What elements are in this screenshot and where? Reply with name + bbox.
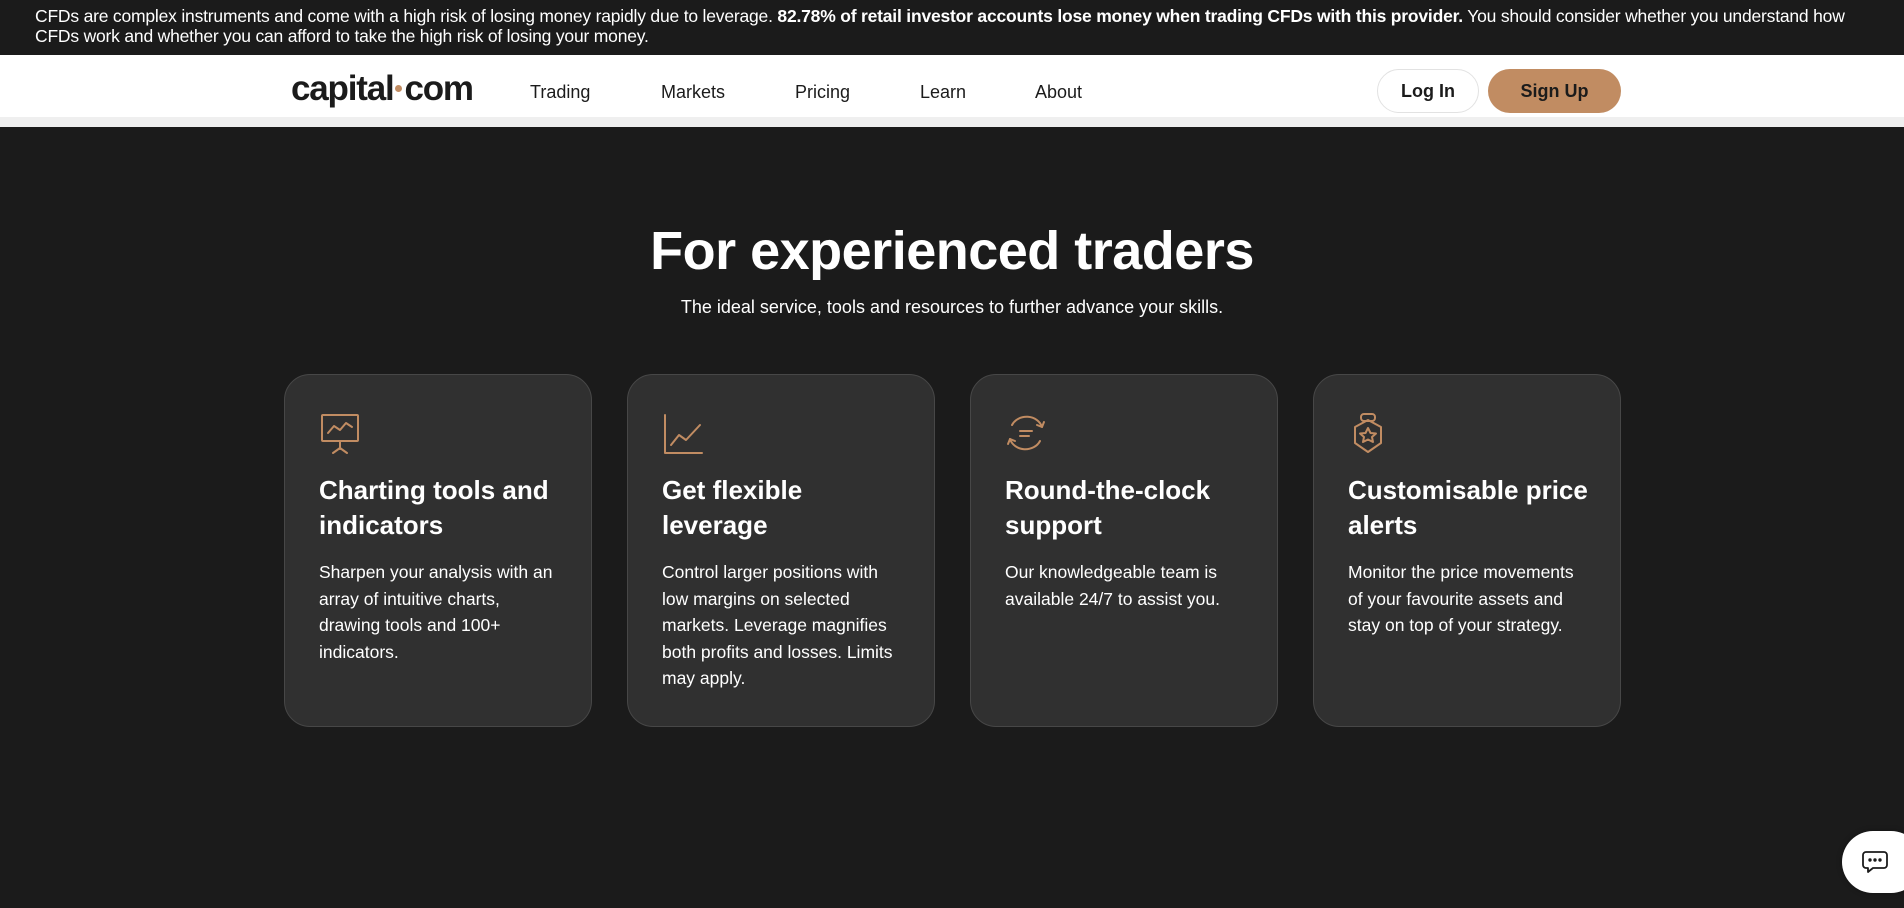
feature-card-support: Round-the-clock support Our knowledgeabl… bbox=[970, 374, 1278, 727]
nav-item-trading[interactable]: Trading bbox=[530, 82, 590, 103]
nav-item-markets[interactable]: Markets bbox=[661, 82, 725, 103]
live-chat-button[interactable] bbox=[1842, 831, 1904, 893]
nav-item-about[interactable]: About bbox=[1035, 82, 1082, 103]
section-title: For experienced traders bbox=[650, 221, 1254, 281]
signup-button[interactable]: Sign Up bbox=[1488, 69, 1621, 113]
logo-text-left: capital bbox=[291, 69, 395, 108]
logo-dot-icon bbox=[395, 85, 403, 93]
card-description: Control larger positions with low margin… bbox=[662, 562, 893, 688]
support-chat-icon bbox=[1005, 411, 1047, 455]
feature-card-alerts: Customisable price alerts Monitor the pr… bbox=[1313, 374, 1621, 727]
login-button[interactable]: Log In bbox=[1377, 69, 1479, 113]
feature-card-charting: Charting tools and indicators Sharpen yo… bbox=[284, 374, 592, 727]
card-description: Sharpen your analysis with an array of i… bbox=[319, 562, 553, 662]
section-subtitle: The ideal service, tools and resources t… bbox=[680, 297, 1224, 317]
card-title: Round-the-clock support bbox=[1005, 475, 1211, 540]
card-description: Monitor the price movements of your favo… bbox=[1348, 562, 1574, 635]
presentation-chart-icon bbox=[319, 411, 361, 455]
nav-item-pricing[interactable]: Pricing bbox=[795, 82, 850, 103]
risk-text-bold: 82.78% of retail investor accounts lose … bbox=[777, 6, 1463, 26]
top-navbar: capital com Trading Markets Pricing Learn… bbox=[0, 55, 1904, 127]
card-title: Charting tools and indicators bbox=[319, 475, 549, 540]
nav-item-learn[interactable]: Learn bbox=[920, 82, 966, 103]
line-chart-icon bbox=[662, 411, 704, 455]
risk-warning-banner: CFDs are complex instruments and come wi… bbox=[0, 0, 1904, 55]
capital-com-logo[interactable]: capital com bbox=[291, 69, 474, 109]
risk-text-before: CFDs are complex instruments and come wi… bbox=[35, 6, 778, 26]
card-title: Customisable price alerts bbox=[1348, 475, 1588, 540]
price-alert-icon bbox=[1348, 411, 1390, 455]
card-description: Our knowledgeable team is available 24/7… bbox=[1005, 562, 1220, 609]
logo-text-right: com bbox=[404, 69, 474, 108]
card-title: Get flexible leverage bbox=[662, 475, 803, 540]
feature-card-leverage: Get flexible leverage Control larger pos… bbox=[627, 374, 935, 727]
